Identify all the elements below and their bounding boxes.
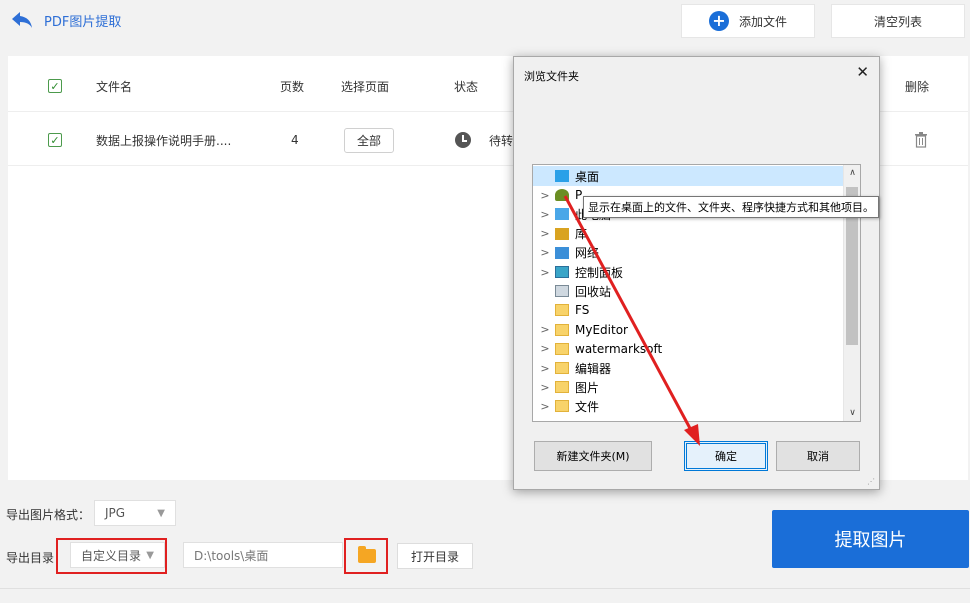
- scroll-down-icon[interactable]: ∨: [844, 405, 860, 421]
- folder-icon: [555, 323, 569, 336]
- tree-item[interactable]: > 库: [533, 224, 844, 244]
- dir-path-input[interactable]: D:\tools\桌面: [183, 542, 343, 568]
- row-select-pages[interactable]: 全部: [344, 114, 395, 166]
- desktop-tooltip: 显示在桌面上的文件、文件夹、程序快捷方式和其他项目。: [583, 196, 879, 218]
- tree-item[interactable]: > MyEditor: [533, 320, 844, 340]
- tree-item-label: 控制面板: [575, 265, 624, 280]
- scroll-up-icon[interactable]: ∧: [844, 165, 860, 181]
- annotation-box-dir-mode: [56, 538, 167, 574]
- extract-images-button[interactable]: 提取图片: [772, 510, 969, 568]
- user-icon: [555, 189, 569, 202]
- tree-item[interactable]: 桌面: [533, 166, 844, 186]
- clock-icon: [455, 132, 471, 148]
- open-dir-button[interactable]: 打开目录: [397, 543, 473, 569]
- top-bar: PDF图片提取 + 添加文件 清空列表: [0, 0, 970, 46]
- desktop-icon: [555, 170, 569, 182]
- control-panel-icon: [555, 266, 569, 278]
- chevron-right-icon[interactable]: >: [539, 362, 551, 375]
- ok-button[interactable]: 确定: [684, 441, 768, 471]
- col-filename: 文件名: [96, 79, 133, 94]
- row-status-text: 待转: [489, 133, 514, 148]
- recycle-bin-icon: [555, 285, 569, 298]
- tree-item[interactable]: > 编辑器: [533, 358, 844, 378]
- tree-item-label: MyEditor: [575, 322, 628, 337]
- row-status: 待转: [455, 114, 513, 166]
- row-pages: 4: [291, 133, 299, 147]
- chevron-right-icon[interactable]: >: [539, 400, 551, 413]
- plus-icon: +: [708, 11, 729, 31]
- new-folder-button[interactable]: 新建文件夹(M): [534, 441, 652, 471]
- row-checkbox[interactable]: ✓: [48, 114, 62, 166]
- tree-item-label: 库: [575, 227, 588, 242]
- trash-icon: [915, 132, 927, 148]
- folder-icon: [555, 304, 569, 317]
- tree-item[interactable]: > 文件: [533, 396, 844, 416]
- chevron-right-icon[interactable]: >: [539, 246, 551, 259]
- tree-item[interactable]: > watermarksoft: [533, 339, 844, 359]
- check-icon: ✓: [48, 133, 62, 147]
- tree-item-label: watermarksoft: [575, 341, 663, 356]
- delete-button[interactable]: [914, 114, 928, 166]
- tree-item-label: 网络: [575, 246, 600, 261]
- cancel-button[interactable]: 取消: [776, 441, 860, 471]
- tree-item-label: P: [575, 188, 583, 203]
- chevron-right-icon[interactable]: >: [539, 342, 551, 355]
- network-icon: [555, 246, 569, 259]
- chevron-right-icon[interactable]: >: [539, 381, 551, 394]
- footer-divider: [0, 588, 970, 589]
- col-select-pages: 选择页面: [341, 79, 390, 94]
- folder-icon: [555, 400, 569, 413]
- tree-item[interactable]: > 网络: [533, 243, 844, 263]
- folder-icon: [555, 381, 569, 394]
- folder-icon: [555, 362, 569, 374]
- tree-item-label: 回收站: [575, 284, 612, 299]
- select-pages-button[interactable]: 全部: [344, 127, 395, 153]
- tree-item[interactable]: > 图片: [533, 377, 844, 397]
- tree-item[interactable]: > 控制面板: [533, 262, 844, 282]
- chevron-right-icon[interactable]: >: [539, 323, 551, 336]
- tree-item-label: 桌面: [575, 169, 600, 184]
- col-pages: 页数: [280, 79, 305, 94]
- clear-list-button[interactable]: 清空列表: [831, 4, 965, 38]
- tree-item[interactable]: FS: [533, 300, 844, 320]
- caret-down-icon: ▼: [157, 507, 165, 519]
- tree-item-label: 文件: [575, 399, 600, 414]
- dialog-title: 浏览文件夹: [524, 70, 579, 83]
- computer-icon: [555, 208, 569, 221]
- page-title: PDF图片提取: [44, 14, 122, 30]
- tree-item-label: 图片: [575, 380, 600, 395]
- select-all-checkbox[interactable]: ✓: [48, 60, 62, 112]
- add-file-button[interactable]: + 添加文件: [681, 4, 815, 38]
- tree-item-label: FS: [575, 303, 590, 318]
- chevron-right-icon[interactable]: >: [539, 208, 551, 221]
- chevron-right-icon[interactable]: >: [539, 189, 551, 202]
- browse-folder-dialog: 浏览文件夹 ✕ 桌面>P>此电脑>库>网络>控制面板回收站FS>MyEditor…: [513, 56, 880, 490]
- folder-icon: [555, 342, 569, 355]
- chevron-right-icon[interactable]: >: [539, 227, 551, 240]
- add-file-label: 添加文件: [738, 14, 787, 29]
- back-button[interactable]: PDF图片提取: [10, 10, 121, 30]
- col-delete: 删除: [905, 79, 930, 94]
- tree-item-label: 编辑器: [575, 361, 612, 376]
- format-select[interactable]: JPG ▼: [94, 500, 176, 526]
- format-label: 导出图片格式：: [6, 508, 91, 522]
- resize-grip-icon[interactable]: ⋰: [867, 477, 877, 487]
- format-value: JPG: [105, 506, 126, 520]
- tree-item[interactable]: 回收站: [533, 281, 844, 301]
- chevron-right-icon[interactable]: >: [539, 266, 551, 279]
- col-status: 状态: [454, 79, 479, 94]
- back-arrow-icon: [12, 12, 32, 28]
- check-icon: ✓: [48, 79, 62, 93]
- row-filename: 数据上报操作说明手册....: [96, 133, 232, 148]
- library-icon: [555, 227, 569, 240]
- annotation-box-folder: [344, 538, 388, 574]
- close-icon[interactable]: ✕: [856, 63, 869, 81]
